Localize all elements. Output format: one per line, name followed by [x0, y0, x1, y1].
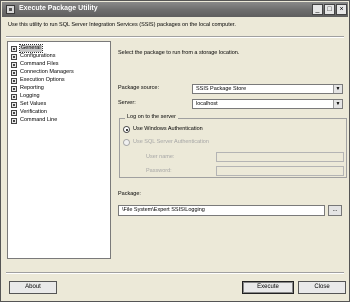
top-divider — [6, 36, 344, 38]
sql-auth-radio[interactable] — [123, 139, 130, 146]
bottom-divider — [6, 272, 344, 274]
package-label: Package: — [118, 191, 141, 197]
page-icon — [11, 85, 17, 92]
execute-package-window: Execute Package Utility _ □ × Use this u… — [0, 0, 350, 302]
nav-item-label: Command Files — [20, 61, 59, 67]
nav-item-configurations[interactable]: Configurations — [11, 53, 55, 60]
nav-item-label: Configurations — [20, 53, 56, 59]
close-window-button[interactable]: × — [336, 4, 347, 15]
page-icon — [11, 61, 17, 68]
execute-button[interactable]: Execute — [242, 281, 294, 294]
chevron-down-icon[interactable]: ▼ — [333, 100, 342, 108]
password-label: Password: — [146, 168, 172, 174]
page-header: Select the package to run from a storage… — [118, 50, 240, 56]
package-source-value: SSIS Package Store — [196, 86, 247, 92]
password-field[interactable] — [216, 166, 344, 176]
nav-item-command-line[interactable]: Command Line — [11, 117, 57, 124]
nav-item-label: Logging — [20, 93, 40, 99]
windows-auth-radio[interactable] — [123, 126, 130, 133]
nav-item-reporting[interactable]: Reporting — [11, 85, 44, 92]
nav-item-label: Verification — [20, 109, 47, 115]
window-title: Execute Package Utility — [19, 5, 98, 12]
nav-item-execution-options[interactable]: Execution Options — [11, 77, 65, 84]
nav-item-set-values[interactable]: Set Values — [11, 101, 46, 108]
nav-item-label: Connection Managers — [20, 69, 74, 75]
server-label: Server: — [118, 100, 136, 106]
user-name-field[interactable] — [216, 152, 344, 162]
nav-item-label: General — [19, 44, 43, 53]
maximize-button[interactable]: □ — [324, 4, 335, 15]
chevron-down-icon[interactable]: ▼ — [333, 85, 342, 93]
nav-item-label: Command Line — [20, 117, 58, 123]
package-path-field[interactable]: \File System\Expert SSIS\Logging — [118, 205, 325, 216]
package-path-value: \File System\Expert SSIS\Logging — [122, 207, 205, 213]
page-icon — [11, 93, 17, 100]
title-bar[interactable]: Execute Package Utility _ □ × — [2, 2, 348, 17]
nav-item-connection-managers[interactable]: Connection Managers — [11, 69, 74, 76]
nav-item-general[interactable]: General — [11, 44, 43, 53]
package-source-label: Package source: — [118, 85, 159, 91]
page-icon — [11, 77, 17, 84]
minimize-button[interactable]: _ — [312, 4, 323, 15]
server-dropdown[interactable]: localhost ▼ — [192, 99, 343, 109]
sql-auth-label[interactable]: Use SQL Server Authentication — [133, 139, 209, 145]
page-icon — [11, 69, 17, 76]
nav-item-logging[interactable]: Logging — [11, 93, 40, 100]
browse-package-button[interactable]: ... — [328, 205, 342, 216]
nav-item-label: Reporting — [20, 85, 44, 91]
user-name-label: User name: — [146, 154, 175, 160]
page-icon — [11, 101, 17, 108]
page-icon — [11, 53, 17, 60]
nav-item-verification[interactable]: Verification — [11, 109, 47, 116]
nav-item-label: Set Values — [20, 101, 47, 107]
logon-group-title: Log on to the server — [125, 114, 178, 120]
page-icon — [11, 45, 17, 52]
intro-text: Use this utility to run SQL Server Integ… — [8, 22, 236, 28]
windows-auth-label[interactable]: Use Windows Authentication — [133, 126, 203, 132]
nav-item-command-files[interactable]: Command Files — [11, 61, 59, 68]
close-button[interactable]: Close — [298, 281, 346, 294]
page-icon — [11, 109, 17, 116]
app-icon — [6, 5, 15, 14]
about-button[interactable]: About — [9, 281, 57, 294]
server-value: localhost — [196, 101, 218, 107]
package-source-dropdown[interactable]: SSIS Package Store ▼ — [192, 84, 343, 94]
page-icon — [11, 117, 17, 124]
page-list[interactable]: General Configurations Command Files Con… — [7, 41, 111, 259]
nav-item-label: Execution Options — [20, 77, 65, 83]
